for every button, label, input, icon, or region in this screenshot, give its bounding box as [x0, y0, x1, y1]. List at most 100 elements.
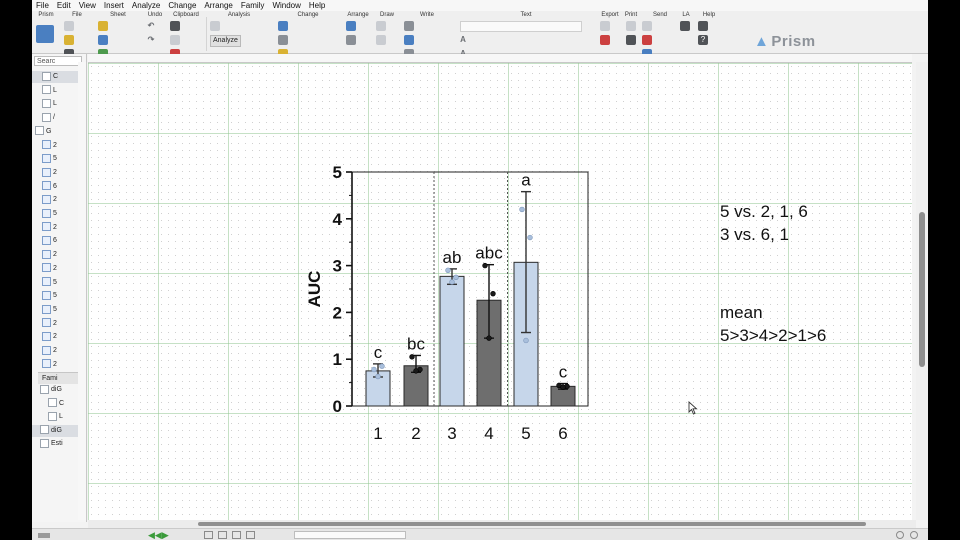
ribbon-group-export: Export: [598, 11, 622, 53]
export-icon[interactable]: [600, 21, 610, 31]
family-item-icon: [40, 384, 49, 394]
prism-home-icon[interactable]: [36, 25, 54, 43]
view-info-icon[interactable]: [232, 531, 241, 539]
learn-icon[interactable]: [698, 21, 708, 31]
navigator-search-input[interactable]: Searc: [34, 56, 82, 66]
horizontal-scrollbar[interactable]: [88, 520, 916, 528]
graph-sheet-icon: [42, 181, 51, 191]
align-icon[interactable]: [346, 35, 356, 45]
menu-family[interactable]: Family: [237, 1, 269, 10]
sheet-nav-icon[interactable]: [38, 533, 50, 538]
view-graph-icon[interactable]: [204, 531, 213, 539]
group-label-write: Write: [420, 12, 434, 18]
navigator-item-label: L: [53, 86, 57, 94]
ribbon-group-draw: Draw: [374, 11, 400, 53]
navigator-item-label: 5: [53, 278, 57, 286]
print-preview-icon[interactable]: [626, 35, 636, 45]
view-results-icon[interactable]: [246, 531, 255, 539]
x-tick-label: 3: [447, 424, 456, 443]
draw-line-icon[interactable]: [376, 21, 386, 31]
menu-arrange[interactable]: Arrange: [200, 1, 236, 10]
group-label-change: Change: [297, 12, 319, 18]
new-graph-icon[interactable]: [98, 35, 108, 45]
ribbon-group-analysis: Analysis Analyze: [208, 11, 270, 53]
vertical-scrollbar[interactable]: [916, 62, 928, 520]
insert-equation-icon[interactable]: [404, 21, 414, 31]
significance-letter: ab: [443, 248, 462, 267]
axis-icon[interactable]: [278, 35, 288, 45]
navigator-item-label: 5: [53, 292, 57, 300]
send-mail-icon[interactable]: [642, 21, 652, 31]
ribbon-separator: [206, 17, 207, 51]
data-table-icon: [42, 71, 51, 81]
zoom-select[interactable]: [294, 531, 406, 539]
la-icon[interactable]: [680, 21, 690, 31]
graph-sheet-icon: [42, 277, 51, 287]
ribbon-group-help: Help ?: [696, 11, 722, 53]
menu-insert[interactable]: Insert: [100, 1, 128, 10]
ribbon-group-sheet: Sheet: [96, 11, 140, 101]
send-powerpoint-icon[interactable]: [642, 35, 652, 45]
menu-file[interactable]: File: [32, 1, 53, 10]
mean-note[interactable]: mean 5>3>4>2>1>6: [720, 301, 826, 347]
data-point: [449, 279, 455, 285]
insert-table-icon[interactable]: [404, 35, 414, 45]
prism-logo-text: Prism: [771, 33, 816, 50]
help-question-icon[interactable]: ?: [698, 35, 708, 45]
comparison-note[interactable]: 5 vs. 2, 1, 6 3 vs. 6, 1: [720, 200, 808, 246]
menu-change[interactable]: Change: [164, 1, 200, 10]
menu-analyze[interactable]: Analyze: [128, 1, 164, 10]
prism-logo-icon: ▲: [754, 33, 770, 50]
graph-type-icon[interactable]: [278, 21, 288, 31]
group-label-file: File: [72, 12, 82, 18]
view-layout-icon[interactable]: [218, 531, 227, 539]
menu-edit[interactable]: Edit: [53, 1, 75, 10]
navigator-item-label: 6: [53, 182, 57, 190]
redo-icon[interactable]: ↷: [146, 35, 156, 45]
arrange-front-icon[interactable]: [346, 21, 356, 31]
navigator-item-label: G: [46, 127, 52, 135]
graph-sheet-icon: [42, 222, 51, 232]
menu-window[interactable]: Window: [268, 1, 304, 10]
prism-window: File Edit View Insert Analyze Change Arr…: [32, 0, 928, 540]
print-icon[interactable]: [626, 21, 636, 31]
group-label-sheet: Sheet: [110, 12, 126, 18]
menu-help[interactable]: Help: [305, 1, 329, 10]
ribbon-toolbar: Prism File Sheet Undo ↶ ↷ Clipboard Anal…: [32, 11, 928, 156]
graph-sheet-icon: [42, 140, 51, 150]
cut-icon[interactable]: [170, 21, 180, 31]
open-folder-icon[interactable]: [64, 35, 74, 45]
navigator-item-label: 5: [53, 210, 57, 217]
export-pdf-icon[interactable]: [600, 35, 610, 45]
group-label-draw: Draw: [379, 12, 394, 18]
data-point: [523, 337, 529, 344]
layout-canvas[interactable]: 0 1 2 3 4 5 AUC c 1 bc 2 ab 3 abc 4 a 5 c 6 5 vs. 2, 1, 6 …: [88, 63, 912, 520]
zoom-out-icon[interactable]: [896, 531, 904, 539]
x-tick-label: 4: [484, 424, 493, 443]
copy-icon[interactable]: [170, 35, 180, 45]
graph-sheet-icon: [42, 194, 51, 204]
x-tick-label: 6: [558, 424, 567, 443]
draw-shape-icon[interactable]: [376, 35, 386, 45]
undo-icon[interactable]: ↶: [146, 21, 156, 31]
new-file-icon[interactable]: [64, 21, 74, 31]
font-name-select[interactable]: [460, 21, 582, 32]
y-tick-label: 2: [333, 303, 342, 322]
new-sheet-icon[interactable]: [98, 21, 108, 31]
horizontal-scroll-thumb[interactable]: [198, 522, 866, 526]
family-item-label: diG: [51, 386, 62, 393]
data-point: [445, 267, 451, 273]
significance-letter: bc: [407, 334, 425, 353]
menu-view[interactable]: View: [75, 1, 100, 10]
font-grow-icon[interactable]: A: [458, 35, 468, 45]
family-item-icon: [40, 438, 49, 448]
analysis-chart-icon[interactable]: [210, 21, 220, 31]
prev-next-sheet-icon[interactable]: ◀◀▶: [148, 529, 169, 540]
analyze-button[interactable]: Analyze: [210, 35, 241, 47]
bar-chart[interactable]: 0 1 2 3 4 5 AUC c 1 bc 2 ab 3 abc 4 a 5 c 6: [88, 63, 912, 520]
group-label-send: Send: [652, 12, 667, 18]
zoom-in-icon[interactable]: [910, 531, 918, 539]
vertical-scroll-thumb[interactable]: [919, 212, 925, 367]
graph-sheet-icon: [42, 167, 51, 177]
graph-sheet-icon: [42, 153, 51, 163]
